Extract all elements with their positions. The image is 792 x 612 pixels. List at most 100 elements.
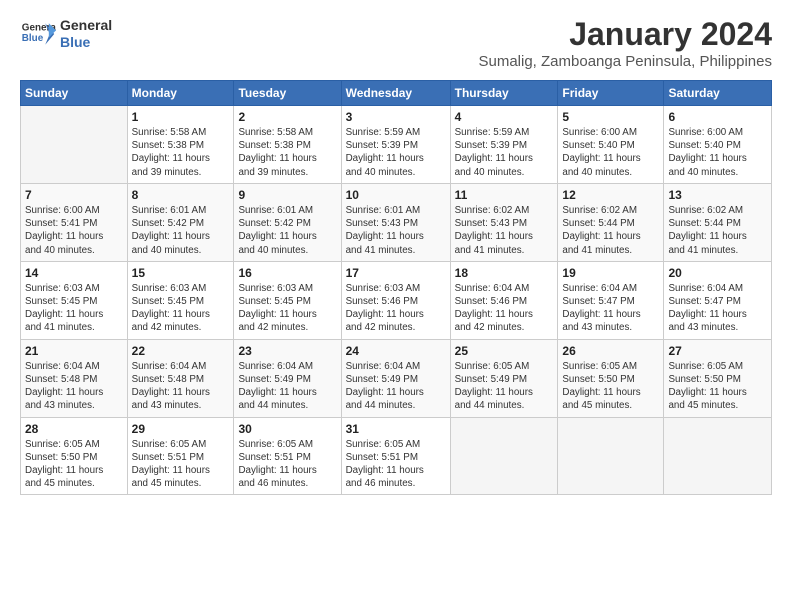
logo-blue: Blue — [60, 34, 112, 51]
calendar-cell: 16Sunrise: 6:03 AMSunset: 5:45 PMDayligh… — [234, 261, 341, 339]
day-info: Sunrise: 6:02 AMSunset: 5:44 PMDaylight:… — [668, 204, 767, 257]
day-number: 10 — [346, 188, 446, 202]
day-number: 24 — [346, 344, 446, 358]
day-number: 30 — [238, 422, 336, 436]
logo-icon: General Blue — [20, 16, 56, 52]
day-number: 29 — [132, 422, 230, 436]
day-number: 2 — [238, 110, 336, 124]
day-number: 13 — [668, 188, 767, 202]
day-info: Sunrise: 6:04 AMSunset: 5:48 PMDaylight:… — [132, 360, 230, 413]
day-number: 5 — [562, 110, 659, 124]
day-info: Sunrise: 6:05 AMSunset: 5:51 PMDaylight:… — [132, 438, 230, 491]
svg-text:Blue: Blue — [22, 33, 44, 44]
day-info: Sunrise: 6:00 AMSunset: 5:40 PMDaylight:… — [562, 126, 659, 179]
calendar-header: SundayMondayTuesdayWednesdayThursdayFrid… — [21, 81, 772, 106]
calendar-cell: 28 Sunrise: 6:05 AMSunset: 5:50 PMDayligh… — [21, 417, 128, 495]
day-number: 19 — [562, 266, 659, 280]
day-info: Sunrise: 6:04 AMSunset: 5:47 PMDaylight:… — [668, 282, 767, 335]
day-info: Sunrise: 6:00 AMSunset: 5:40 PMDaylight:… — [668, 126, 767, 179]
day-number: 31 — [346, 422, 446, 436]
calendar-cell: 31Sunrise: 6:05 AMSunset: 5:51 PMDayligh… — [341, 417, 450, 495]
day-info: Sunrise: 5:59 AMSunset: 5:39 PMDaylight:… — [455, 126, 554, 179]
day-info: Sunrise: 6:04 AMSunset: 5:49 PMDaylight:… — [238, 360, 336, 413]
page: General Blue General Blue January 2024 S… — [0, 0, 792, 505]
day-number: 14 — [25, 266, 123, 280]
calendar-cell: 18Sunrise: 6:04 AMSunset: 5:46 PMDayligh… — [450, 261, 558, 339]
day-number: 8 — [132, 188, 230, 202]
calendar-cell: 14 Sunrise: 6:03 AMSunset: 5:45 PMDayligh… — [21, 261, 128, 339]
day-info: Sunrise: 6:05 AMSunset: 5:50 PMDaylight:… — [25, 438, 123, 491]
day-header-friday: Friday — [558, 81, 664, 106]
header: General Blue General Blue January 2024 S… — [20, 16, 772, 70]
calendar-cell: 11Sunrise: 6:02 AMSunset: 5:43 PMDayligh… — [450, 183, 558, 261]
day-info: Sunrise: 6:00 AMSunset: 5:41 PMDaylight:… — [25, 204, 123, 257]
calendar-cell: 12 Sunrise: 6:02 AMSunset: 5:44 PMDayligh… — [558, 183, 664, 261]
calendar-cell: 25 Sunrise: 6:05 AMSunset: 5:49 PMDayligh… — [450, 339, 558, 417]
calendar-cell: 7 Sunrise: 6:00 AMSunset: 5:41 PMDaylight… — [21, 183, 128, 261]
calendar-cell — [664, 417, 772, 495]
day-info: Sunrise: 6:05 AMSunset: 5:49 PMDaylight:… — [455, 360, 554, 413]
day-info: Sunrise: 6:01 AMSunset: 5:42 PMDaylight:… — [132, 204, 230, 257]
calendar-cell: 13 Sunrise: 6:02 AMSunset: 5:44 PMDayligh… — [664, 183, 772, 261]
day-number: 15 — [132, 266, 230, 280]
day-number: 23 — [238, 344, 336, 358]
day-number: 4 — [455, 110, 554, 124]
logo-general: General — [60, 17, 112, 34]
calendar: SundayMondayTuesdayWednesdayThursdayFrid… — [20, 80, 772, 495]
day-info: Sunrise: 6:05 AMSunset: 5:51 PMDaylight:… — [238, 438, 336, 491]
calendar-cell: 2 Sunrise: 5:58 AMSunset: 5:38 PMDaylight… — [234, 106, 341, 184]
day-info: Sunrise: 5:58 AMSunset: 5:38 PMDaylight:… — [238, 126, 336, 179]
calendar-cell: 19 Sunrise: 6:04 AMSunset: 5:47 PMDayligh… — [558, 261, 664, 339]
day-info: Sunrise: 6:04 AMSunset: 5:47 PMDaylight:… — [562, 282, 659, 335]
subtitle: Sumalig, Zamboanga Peninsula, Philippine… — [478, 53, 772, 70]
calendar-cell — [558, 417, 664, 495]
day-number: 6 — [668, 110, 767, 124]
day-header-thursday: Thursday — [450, 81, 558, 106]
day-info: Sunrise: 6:04 AMSunset: 5:48 PMDaylight:… — [25, 360, 123, 413]
day-number: 27 — [668, 344, 767, 358]
main-title: January 2024 — [478, 16, 772, 53]
day-number: 28 — [25, 422, 123, 436]
calendar-cell: 27 Sunrise: 6:05 AMSunset: 5:50 PMDayligh… — [664, 339, 772, 417]
calendar-cell — [450, 417, 558, 495]
logo: General Blue General Blue — [20, 16, 112, 52]
day-info: Sunrise: 6:04 AMSunset: 5:49 PMDaylight:… — [346, 360, 446, 413]
day-info: Sunrise: 6:03 AMSunset: 5:45 PMDaylight:… — [25, 282, 123, 335]
day-info: Sunrise: 6:01 AMSunset: 5:43 PMDaylight:… — [346, 204, 446, 257]
calendar-week-2: 7 Sunrise: 6:00 AMSunset: 5:41 PMDaylight… — [21, 183, 772, 261]
day-info: Sunrise: 6:02 AMSunset: 5:44 PMDaylight:… — [562, 204, 659, 257]
calendar-cell: 17Sunrise: 6:03 AMSunset: 5:46 PMDayligh… — [341, 261, 450, 339]
day-number: 1 — [132, 110, 230, 124]
day-header-tuesday: Tuesday — [234, 81, 341, 106]
day-header-monday: Monday — [127, 81, 234, 106]
calendar-cell: 6 Sunrise: 6:00 AMSunset: 5:40 PMDaylight… — [664, 106, 772, 184]
calendar-cell: 26Sunrise: 6:05 AMSunset: 5:50 PMDayligh… — [558, 339, 664, 417]
day-header-wednesday: Wednesday — [341, 81, 450, 106]
calendar-cell: 9 Sunrise: 6:01 AMSunset: 5:42 PMDaylight… — [234, 183, 341, 261]
day-info: Sunrise: 5:58 AMSunset: 5:38 PMDaylight:… — [132, 126, 230, 179]
day-number: 21 — [25, 344, 123, 358]
day-number: 12 — [562, 188, 659, 202]
calendar-week-1: 1 Sunrise: 5:58 AMSunset: 5:38 PMDaylight… — [21, 106, 772, 184]
day-number: 25 — [455, 344, 554, 358]
day-info: Sunrise: 6:02 AMSunset: 5:43 PMDaylight:… — [455, 204, 554, 257]
calendar-cell — [21, 106, 128, 184]
day-info: Sunrise: 6:03 AMSunset: 5:46 PMDaylight:… — [346, 282, 446, 335]
day-info: Sunrise: 6:01 AMSunset: 5:42 PMDaylight:… — [238, 204, 336, 257]
calendar-cell: 20Sunrise: 6:04 AMSunset: 5:47 PMDayligh… — [664, 261, 772, 339]
day-info: Sunrise: 6:05 AMSunset: 5:50 PMDaylight:… — [562, 360, 659, 413]
calendar-cell: 1 Sunrise: 5:58 AMSunset: 5:38 PMDaylight… — [127, 106, 234, 184]
day-number: 7 — [25, 188, 123, 202]
day-header-sunday: Sunday — [21, 81, 128, 106]
calendar-cell: 10 Sunrise: 6:01 AMSunset: 5:43 PMDayligh… — [341, 183, 450, 261]
day-number: 22 — [132, 344, 230, 358]
title-block: January 2024 Sumalig, Zamboanga Peninsul… — [478, 16, 772, 70]
calendar-cell: 15 Sunrise: 6:03 AMSunset: 5:45 PMDayligh… — [127, 261, 234, 339]
calendar-cell: 23 Sunrise: 6:04 AMSunset: 5:49 PMDayligh… — [234, 339, 341, 417]
day-info: Sunrise: 6:05 AMSunset: 5:50 PMDaylight:… — [668, 360, 767, 413]
day-number: 3 — [346, 110, 446, 124]
calendar-cell: 30 Sunrise: 6:05 AMSunset: 5:51 PMDayligh… — [234, 417, 341, 495]
day-number: 9 — [238, 188, 336, 202]
day-info: Sunrise: 6:03 AMSunset: 5:45 PMDaylight:… — [132, 282, 230, 335]
day-header-saturday: Saturday — [664, 81, 772, 106]
